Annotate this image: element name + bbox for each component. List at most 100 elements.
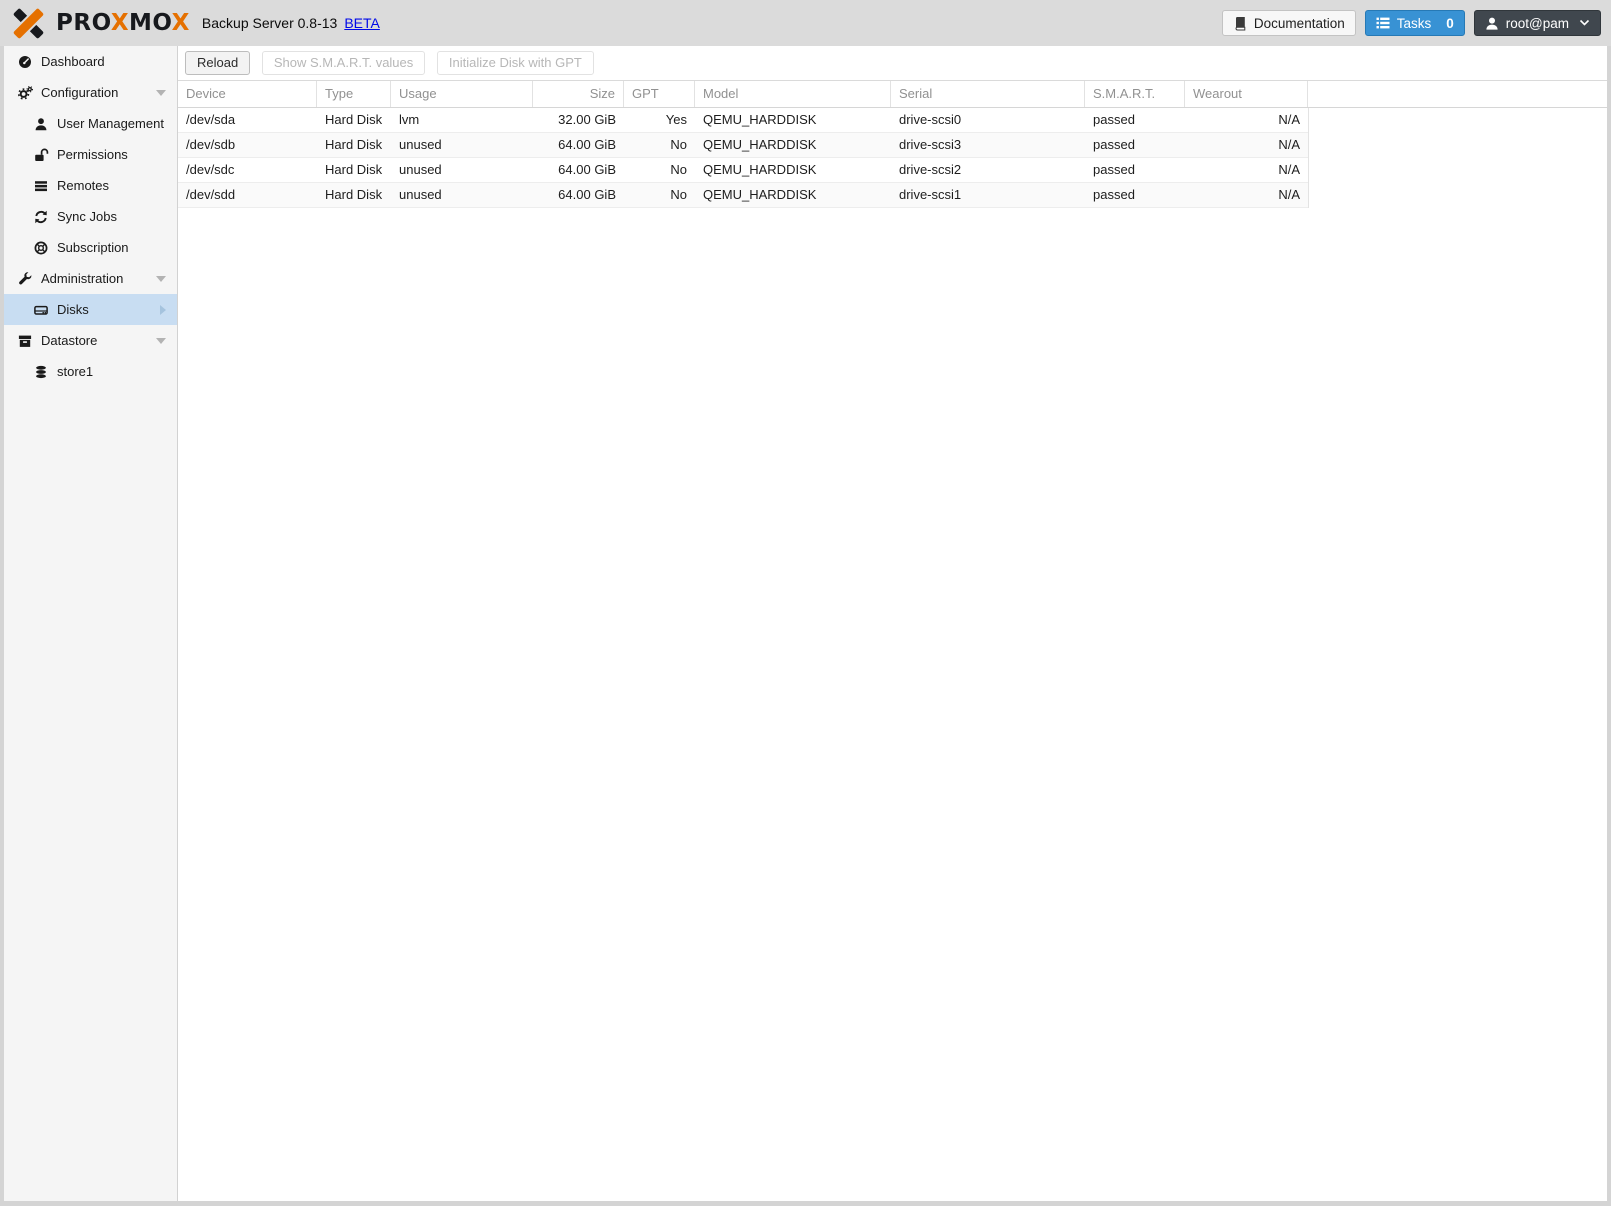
cell-size: 64.00 GiB xyxy=(558,162,616,177)
tasks-count-badge: 0 xyxy=(1446,15,1454,31)
sync-icon xyxy=(33,210,49,224)
reload-button[interactable]: Reload xyxy=(185,51,251,75)
cell-serial: drive-scsi2 xyxy=(899,162,962,177)
cell-type: Hard Disk xyxy=(325,137,383,152)
task-list-icon xyxy=(1376,17,1390,29)
tasks-button[interactable]: Tasks 0 xyxy=(1364,10,1465,36)
cell-model: QEMU_HARDDISK xyxy=(703,162,817,177)
column-header-type[interactable]: Type xyxy=(317,81,391,107)
tachometer-icon xyxy=(17,55,33,69)
column-header-filler xyxy=(1308,81,1607,107)
table-row[interactable]: /dev/sda Hard Disk lvm 32.00 GiB Yes QEM… xyxy=(178,108,1308,133)
cell-smart: passed xyxy=(1093,137,1135,152)
sidebar-item-administration[interactable]: Administration xyxy=(4,263,177,294)
column-header-gpt[interactable]: GPT xyxy=(624,81,695,107)
sidebar-item-label: Subscription xyxy=(57,240,129,255)
sidebar-item-dashboard[interactable]: Dashboard xyxy=(4,46,177,77)
topbar: PROXMOX Backup Server 0.8-13 BETA Docume… xyxy=(0,0,1611,46)
cell-wearout: N/A xyxy=(1278,112,1300,127)
initialize-disk-gpt-button: Initialize Disk with GPT xyxy=(436,51,594,75)
cell-wearout: N/A xyxy=(1278,187,1300,202)
collapse-arrow-icon[interactable] xyxy=(156,275,166,282)
sidebar-item-label: Remotes xyxy=(57,178,110,193)
sidebar-item-sync-jobs[interactable]: Sync Jobs xyxy=(4,201,177,232)
cell-gpt: No xyxy=(670,162,687,177)
brand-letters: X xyxy=(110,9,130,36)
collapse-arrow-icon[interactable] xyxy=(156,337,166,344)
database-icon xyxy=(33,365,49,379)
gears-icon xyxy=(17,85,33,100)
sidebar-item-store1[interactable]: store1 xyxy=(4,356,177,387)
collapse-arrow-icon[interactable] xyxy=(156,89,166,96)
user-icon xyxy=(1486,17,1498,30)
sidebar-item-label: store1 xyxy=(57,364,94,379)
cell-gpt: No xyxy=(670,187,687,202)
archive-icon xyxy=(17,334,33,348)
column-header-model[interactable]: Model xyxy=(695,81,891,107)
column-header-size[interactable]: Size xyxy=(533,81,624,107)
wrench-icon xyxy=(17,271,33,286)
user-menu-label: root@pam xyxy=(1505,15,1569,31)
sidebar-item-disks[interactable]: Disks xyxy=(4,294,177,325)
cell-gpt: Yes xyxy=(665,112,687,127)
sidebar-item-subscription[interactable]: Subscription xyxy=(4,232,177,263)
cell-serial: drive-scsi0 xyxy=(899,112,962,127)
cell-wearout: N/A xyxy=(1278,137,1300,152)
table-row[interactable]: /dev/sdd Hard Disk unused 64.00 GiB No Q… xyxy=(178,183,1308,208)
sidebar-item-label: Disks xyxy=(57,302,89,317)
sidebar-item-datastore[interactable]: Datastore xyxy=(4,325,177,356)
column-header-smart[interactable]: S.M.A.R.T. xyxy=(1085,81,1185,107)
cell-usage: unused xyxy=(399,137,442,152)
sidebar-item-user-management[interactable]: User Management xyxy=(4,108,177,139)
cell-device: /dev/sda xyxy=(186,112,236,127)
expand-arrow-icon[interactable] xyxy=(160,304,166,315)
cell-usage: lvm xyxy=(399,112,420,127)
unlock-icon xyxy=(33,148,49,162)
cell-type: Hard Disk xyxy=(325,162,383,177)
cell-usage: unused xyxy=(399,162,442,177)
sidebar-item-label: Dashboard xyxy=(41,54,105,69)
cell-type: Hard Disk xyxy=(325,187,383,202)
list-icon xyxy=(33,179,49,193)
book-icon xyxy=(1235,16,1246,30)
sidebar: Dashboard Configuration User Management xyxy=(4,46,178,1201)
cell-device: /dev/sdc xyxy=(186,162,235,177)
show-smart-values-button: Show S.M.A.R.T. values xyxy=(261,51,426,75)
life-ring-icon xyxy=(33,241,49,255)
table-row[interactable]: /dev/sdc Hard Disk unused 64.00 GiB No Q… xyxy=(178,158,1308,183)
cell-model: QEMU_HARDDISK xyxy=(703,112,817,127)
beta-link[interactable]: BETA xyxy=(344,15,380,31)
tasks-label: Tasks xyxy=(1396,15,1432,31)
table-body: /dev/sda Hard Disk lvm 32.00 GiB Yes QEM… xyxy=(178,108,1309,208)
hdd-icon xyxy=(33,303,49,317)
cell-size: 32.00 GiB xyxy=(558,112,616,127)
cell-device: /dev/sdb xyxy=(186,137,236,152)
cell-smart: passed xyxy=(1093,162,1135,177)
column-header-serial[interactable]: Serial xyxy=(891,81,1085,107)
cell-smart: passed xyxy=(1093,112,1135,127)
column-header-device[interactable]: Device xyxy=(178,81,317,107)
cell-model: QEMU_HARDDISK xyxy=(703,187,817,202)
sidebar-item-permissions[interactable]: Permissions xyxy=(4,139,177,170)
brand-letters: X xyxy=(171,9,190,36)
cell-type: Hard Disk xyxy=(325,112,383,127)
sidebar-item-label: User Management xyxy=(57,116,164,131)
sidebar-item-label: Sync Jobs xyxy=(57,209,117,224)
user-menu-button[interactable]: root@pam xyxy=(1473,10,1601,36)
sidebar-item-configuration[interactable]: Configuration xyxy=(4,77,177,108)
cell-size: 64.00 GiB xyxy=(558,187,616,202)
column-header-usage[interactable]: Usage xyxy=(391,81,533,107)
sidebar-item-label: Datastore xyxy=(41,333,98,348)
app-title: Backup Server 0.8-13 xyxy=(201,15,338,31)
column-header-wearout[interactable]: Wearout xyxy=(1185,81,1308,107)
sidebar-item-label: Administration xyxy=(41,271,124,286)
documentation-button[interactable]: Documentation xyxy=(1221,10,1356,36)
cell-usage: unused xyxy=(399,187,442,202)
cell-serial: drive-scsi1 xyxy=(899,187,962,202)
brand-letters: PRO xyxy=(56,9,111,36)
table-row[interactable]: /dev/sdb Hard Disk unused 64.00 GiB No Q… xyxy=(178,133,1308,158)
sidebar-item-remotes[interactable]: Remotes xyxy=(4,170,177,201)
cell-wearout: N/A xyxy=(1278,162,1300,177)
disks-panel: Reload Show S.M.A.R.T. values Initialize… xyxy=(178,46,1607,1201)
sidebar-item-label: Configuration xyxy=(41,85,119,100)
